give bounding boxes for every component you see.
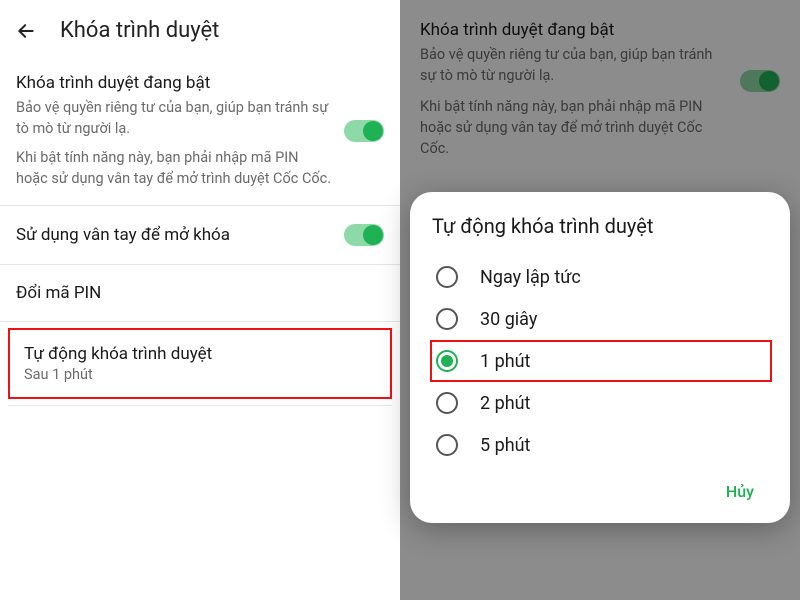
lock-enabled-toggle[interactable] (344, 120, 384, 142)
radio-icon (436, 434, 458, 456)
dialog-actions: Hủy (432, 466, 770, 511)
change-pin-row[interactable]: Đổi mã PIN (0, 265, 400, 322)
option-immediately[interactable]: Ngay lập tức (432, 256, 770, 298)
bg-lock-title: Khóa trình duyệt đang bật (420, 20, 728, 40)
bg-lock-desc2: Khi bật tính năng này, bạn phải nhập mã … (420, 96, 728, 159)
option-2min[interactable]: 2 phút (432, 382, 770, 424)
lock-enabled-section: Khóa trình duyệt đang bật Bảo vệ quyền r… (0, 57, 400, 206)
autolock-label: Tự động khóa trình duyệt (24, 344, 376, 364)
lock-enabled-desc1: Bảo vệ quyền riêng tư của bạn, giúp bạn … (16, 97, 332, 139)
fingerprint-row[interactable]: Sử dụng vân tay để mở khóa (0, 206, 400, 265)
lock-enabled-desc2: Khi bật tính năng này, bạn phải nhập mã … (16, 147, 332, 189)
option-30s[interactable]: 30 giây (432, 298, 770, 340)
change-pin-label: Đổi mã PIN (16, 283, 384, 303)
settings-screen-right: Khóa trình duyệt đang bật Bảo vệ quyền r… (400, 0, 800, 600)
autolock-dialog: Tự động khóa trình duyệt Ngay lập tức 30… (410, 192, 790, 523)
fingerprint-toggle[interactable] (344, 224, 384, 246)
option-label: 30 giây (480, 309, 537, 330)
option-label: 1 phút (480, 351, 530, 372)
back-icon[interactable] (16, 21, 36, 41)
radio-icon (436, 308, 458, 330)
autolock-row[interactable]: Tự động khóa trình duyệt Sau 1 phút (8, 328, 392, 399)
bg-toggle (740, 70, 780, 92)
radio-icon (436, 392, 458, 414)
settings-screen-left: Khóa trình duyệt Khóa trình duyệt đang b… (0, 0, 400, 600)
autolock-value: Sau 1 phút (24, 366, 376, 383)
option-5min[interactable]: 5 phút (432, 424, 770, 466)
option-label: 2 phút (480, 393, 530, 414)
lock-enabled-title: Khóa trình duyệt đang bật (16, 73, 332, 93)
dialog-title: Tự động khóa trình duyệt (432, 214, 770, 238)
header: Khóa trình duyệt (0, 0, 400, 57)
radio-checked-icon (436, 350, 458, 372)
bg-lock-desc1: Bảo vệ quyền riêng tư của bạn, giúp bạn … (420, 44, 728, 86)
option-label: Ngay lập tức (480, 267, 581, 288)
radio-icon (436, 266, 458, 288)
cancel-button[interactable]: Hủy (718, 476, 762, 507)
page-title: Khóa trình duyệt (60, 18, 219, 43)
option-label: 5 phút (480, 435, 530, 456)
fingerprint-label: Sử dụng vân tay để mở khóa (16, 225, 344, 245)
option-1min[interactable]: 1 phút (430, 340, 772, 382)
